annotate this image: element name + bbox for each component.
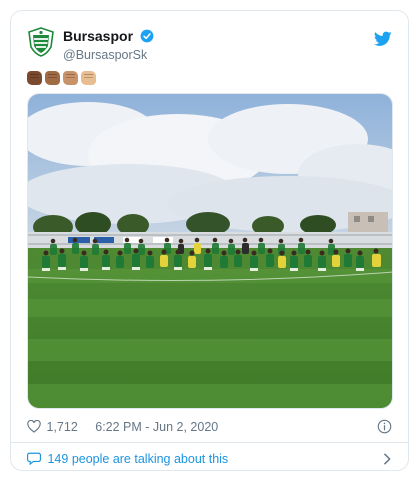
heart-icon[interactable] bbox=[27, 420, 41, 433]
team-photo-image bbox=[28, 94, 392, 408]
speech-bubble-icon bbox=[27, 452, 41, 466]
verified-badge-icon bbox=[141, 29, 154, 43]
raised-fist-light-skin-icon bbox=[81, 71, 96, 85]
like-count[interactable]: 1,712 bbox=[46, 420, 77, 434]
raised-fist-medium-skin-icon bbox=[63, 71, 78, 85]
divider bbox=[11, 442, 408, 443]
chevron-right-icon[interactable] bbox=[383, 453, 392, 465]
conversation-label[interactable]: 149 people are talking about this bbox=[47, 452, 228, 466]
account-name-block[interactable]: Bursaspor @BursasporSk bbox=[63, 27, 154, 62]
twitter-bird-icon[interactable] bbox=[374, 31, 392, 47]
tweet-media-photo[interactable] bbox=[27, 93, 393, 409]
raised-fist-dark-skin-icon bbox=[27, 71, 42, 85]
conversation-link[interactable]: 149 people are talking about this bbox=[27, 451, 392, 469]
tweet-timestamp[interactable]: 6:22 PM - Jun 2, 2020 bbox=[95, 420, 218, 434]
info-icon[interactable] bbox=[377, 419, 392, 434]
raised-fist-medium-dark-skin-icon bbox=[45, 71, 60, 85]
display-name[interactable]: Bursaspor bbox=[63, 28, 133, 44]
bursaspor-logo-avatar[interactable] bbox=[27, 27, 55, 57]
account-handle[interactable]: @BursasporSk bbox=[63, 48, 154, 62]
tweet-header: Bursaspor @BursasporSk bbox=[27, 25, 394, 65]
tweet-text-emoji-row bbox=[27, 71, 96, 85]
tweet-meta-row: 1,712 6:22 PM - Jun 2, 2020 bbox=[27, 419, 392, 437]
tweet-card[interactable]: Bursaspor @BursasporSk 1,712 6:22 PM - J… bbox=[10, 10, 409, 471]
